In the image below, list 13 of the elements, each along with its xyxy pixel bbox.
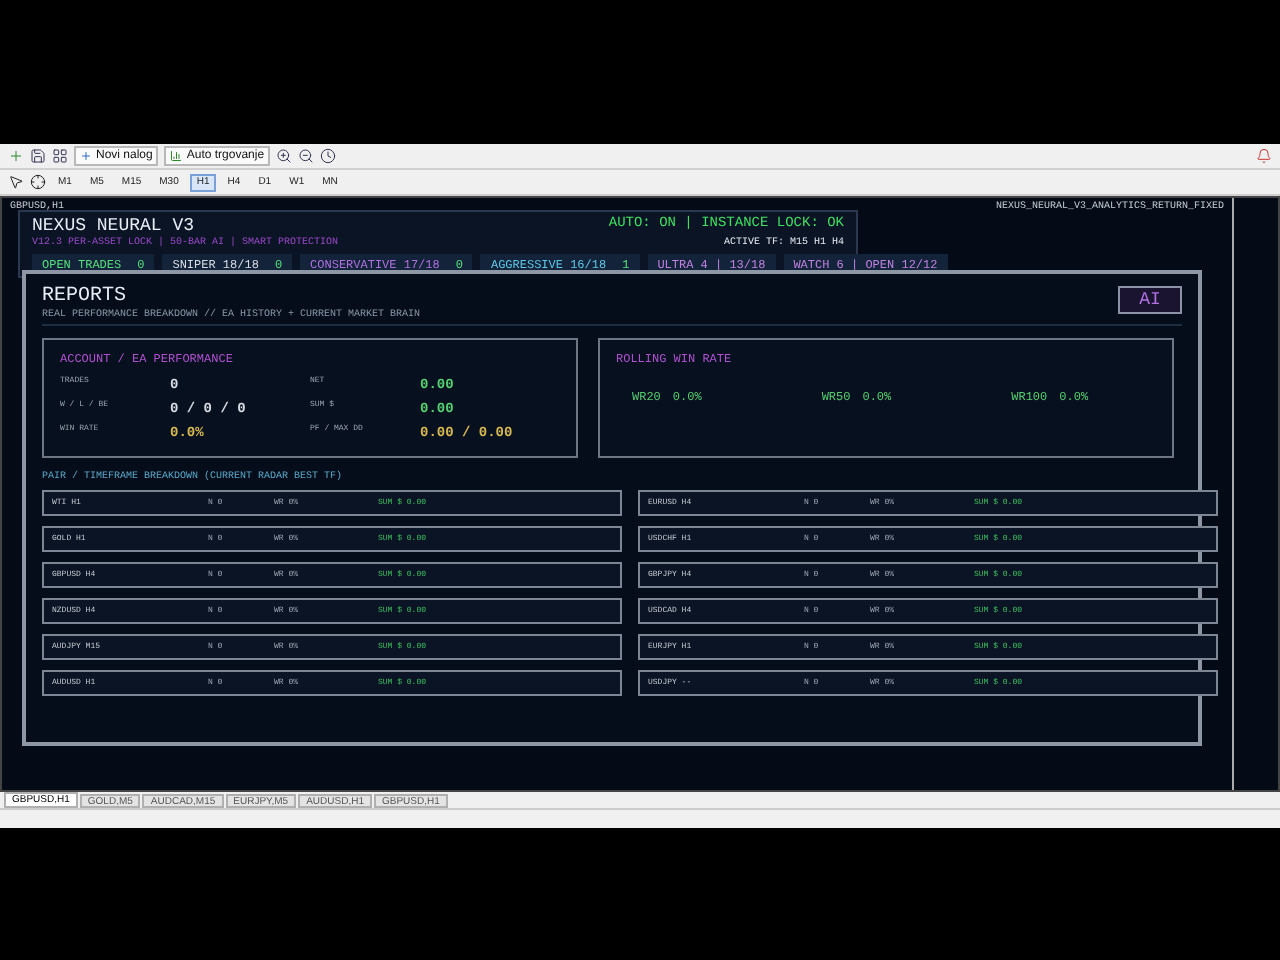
reports-title: REPORTS (42, 286, 129, 308)
chart-icon (170, 150, 183, 162)
clock-icon[interactable] (320, 148, 337, 164)
crosshair-icon[interactable] (30, 174, 46, 190)
zoom-out-icon[interactable] (298, 148, 315, 164)
save-icon[interactable] (30, 148, 46, 164)
bell-icon[interactable] (1256, 148, 1272, 164)
plus-icon (80, 150, 92, 162)
cursor-icon[interactable] (8, 174, 24, 190)
zoom-in-icon[interactable] (276, 148, 293, 164)
grid-icon[interactable] (52, 148, 68, 164)
ai-button[interactable]: AI (1118, 286, 1182, 314)
ea-title: NEXUS NEURAL V3 (32, 216, 195, 236)
